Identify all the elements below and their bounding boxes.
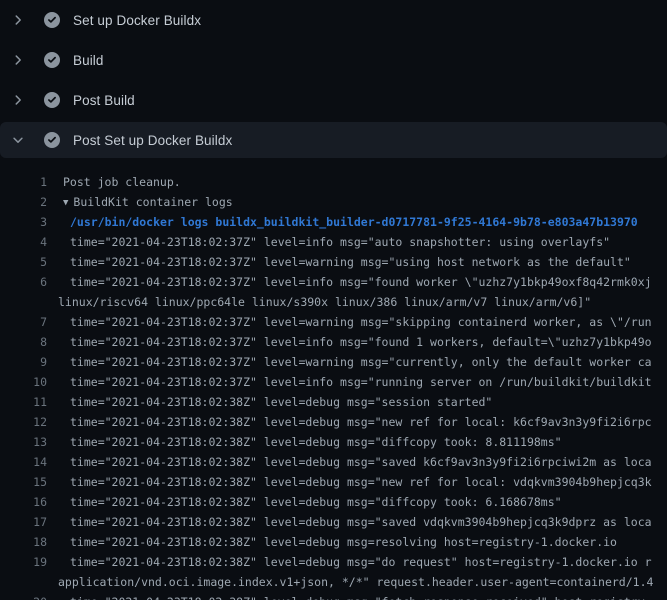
command-text: /usr/bin/docker logs buildx_buildkit_bui… xyxy=(47,212,638,232)
log-wrapped-text: linux/riscv64 linux/ppc64le linux/s390x … xyxy=(0,292,591,312)
line-number[interactable]: 16 xyxy=(0,492,47,512)
log-text: time="2021-04-23T18:02:37Z" level=info m… xyxy=(47,372,652,392)
line-number[interactable]: 2 xyxy=(0,192,47,212)
log-text: time="2021-04-23T18:02:37Z" level=info m… xyxy=(47,332,652,352)
chevron-right-icon[interactable] xyxy=(10,52,26,68)
log-group-title[interactable]: BuildKit container logs xyxy=(73,195,232,209)
step-label: Post Set up Docker Buildx xyxy=(73,133,232,148)
line-number[interactable]: 13 xyxy=(0,432,47,452)
log-text: time="2021-04-23T18:02:37Z" level=warnin… xyxy=(47,352,652,372)
log-row: 6time="2021-04-23T18:02:37Z" level=info … xyxy=(0,272,667,292)
chevron-down-icon[interactable] xyxy=(10,132,26,148)
actions-log-viewer: Set up Docker Buildx Build Post Build Post … xyxy=(0,0,667,600)
log-text: time="2021-04-23T18:02:38Z" level=debug … xyxy=(47,552,652,572)
line-number[interactable]: 18 xyxy=(0,532,47,552)
log-text: time="2021-04-23T18:02:38Z" level=debug … xyxy=(47,472,652,492)
log-row: 20time="2021-04-23T18:02:38Z" level=debu… xyxy=(0,592,667,600)
check-circle-icon xyxy=(44,132,60,148)
log-group-toggle[interactable]: ▼ BuildKit container logs xyxy=(47,192,233,212)
chevron-right-icon[interactable] xyxy=(10,12,26,28)
log-row: 18time="2021-04-23T18:02:38Z" level=debu… xyxy=(0,532,667,552)
log-row: 13time="2021-04-23T18:02:38Z" level=debu… xyxy=(0,432,667,452)
line-number[interactable]: 5 xyxy=(0,252,47,272)
log-text: Post job cleanup. xyxy=(47,172,181,192)
log-row: application/vnd.oci.image.index.v1+json,… xyxy=(0,572,667,592)
step-label: Post Build xyxy=(73,93,135,108)
step-row-set-up-docker-buildx[interactable]: Set up Docker Buildx xyxy=(0,0,667,40)
step-label: Set up Docker Buildx xyxy=(73,13,201,28)
steps-list: Set up Docker Buildx Build Post Build Post … xyxy=(0,0,667,160)
log-text: time="2021-04-23T18:02:37Z" level=info m… xyxy=(47,272,652,292)
log-row: 8time="2021-04-23T18:02:37Z" level=info … xyxy=(0,332,667,352)
log-row: 15time="2021-04-23T18:02:38Z" level=debu… xyxy=(0,472,667,492)
log-row: 10time="2021-04-23T18:02:37Z" level=info… xyxy=(0,372,667,392)
log-text: time="2021-04-23T18:02:38Z" level=debug … xyxy=(47,512,652,532)
log-text: time="2021-04-23T18:02:38Z" level=debug … xyxy=(47,452,652,472)
log-wrapped-text: application/vnd.oci.image.index.v1+json,… xyxy=(0,572,653,592)
log-text: time="2021-04-23T18:02:38Z" level=debug … xyxy=(47,392,492,412)
line-number[interactable]: 20 xyxy=(0,592,47,600)
log-row: 11time="2021-04-23T18:02:38Z" level=debu… xyxy=(0,392,667,412)
line-number[interactable]: 12 xyxy=(0,412,47,432)
log-row: 5time="2021-04-23T18:02:37Z" level=warni… xyxy=(0,252,667,272)
line-number[interactable]: 4 xyxy=(0,232,47,252)
line-number[interactable]: 15 xyxy=(0,472,47,492)
log-area: 1Post job cleanup.2 ▼ BuildKit container l… xyxy=(0,160,667,600)
group-collapse-caret-icon[interactable]: ▼ xyxy=(63,193,68,212)
line-number[interactable]: 10 xyxy=(0,372,47,392)
chevron-right-icon[interactable] xyxy=(10,92,26,108)
log-text: time="2021-04-23T18:02:37Z" level=info m… xyxy=(47,232,610,252)
log-row: 9time="2021-04-23T18:02:37Z" level=warni… xyxy=(0,352,667,372)
check-circle-icon xyxy=(44,12,60,28)
log-row: 7time="2021-04-23T18:02:37Z" level=warni… xyxy=(0,312,667,332)
log-text: time="2021-04-23T18:02:38Z" level=debug … xyxy=(47,492,562,512)
log-row: 4time="2021-04-23T18:02:37Z" level=info … xyxy=(0,232,667,252)
log-row: linux/riscv64 linux/ppc64le linux/s390x … xyxy=(0,292,667,312)
check-circle-icon xyxy=(44,52,60,68)
log-text: time="2021-04-23T18:02:38Z" level=debug … xyxy=(47,532,617,552)
log-text: time="2021-04-23T18:02:38Z" level=debug … xyxy=(47,412,652,432)
log-text: time="2021-04-23T18:02:37Z" level=warnin… xyxy=(47,252,631,272)
step-row-build[interactable]: Build xyxy=(0,40,667,80)
check-circle-icon xyxy=(44,92,60,108)
log-row: 1Post job cleanup. xyxy=(0,172,667,192)
step-row-post-set-up-docker-buildx[interactable]: Post Set up Docker Buildx xyxy=(0,122,667,158)
line-number[interactable]: 8 xyxy=(0,332,47,352)
log-text: time="2021-04-23T18:02:37Z" level=warnin… xyxy=(47,312,652,332)
line-number[interactable]: 6 xyxy=(0,272,47,292)
log-row: 16time="2021-04-23T18:02:38Z" level=debu… xyxy=(0,492,667,512)
line-number[interactable]: 9 xyxy=(0,352,47,372)
log-row: 3/usr/bin/docker logs buildx_buildkit_bu… xyxy=(0,212,667,232)
log-text: time="2021-04-23T18:02:38Z" level=debug … xyxy=(47,432,562,452)
log-row: 19time="2021-04-23T18:02:38Z" level=debu… xyxy=(0,552,667,572)
line-number[interactable]: 14 xyxy=(0,452,47,472)
step-label: Build xyxy=(73,53,104,68)
log-row: 17time="2021-04-23T18:02:38Z" level=debu… xyxy=(0,512,667,532)
line-number[interactable]: 7 xyxy=(0,312,47,332)
log-text: time="2021-04-23T18:02:38Z" level=debug … xyxy=(47,592,652,600)
line-number[interactable]: 3 xyxy=(0,212,47,232)
log-row: 12time="2021-04-23T18:02:38Z" level=debu… xyxy=(0,412,667,432)
log-row: 14time="2021-04-23T18:02:38Z" level=debu… xyxy=(0,452,667,472)
log-row: 2 ▼ BuildKit container logs xyxy=(0,192,667,212)
line-number[interactable]: 1 xyxy=(0,172,47,192)
line-number[interactable]: 17 xyxy=(0,512,47,532)
line-number[interactable]: 19 xyxy=(0,552,47,572)
step-row-post-build[interactable]: Post Build xyxy=(0,80,667,120)
line-number[interactable]: 11 xyxy=(0,392,47,412)
